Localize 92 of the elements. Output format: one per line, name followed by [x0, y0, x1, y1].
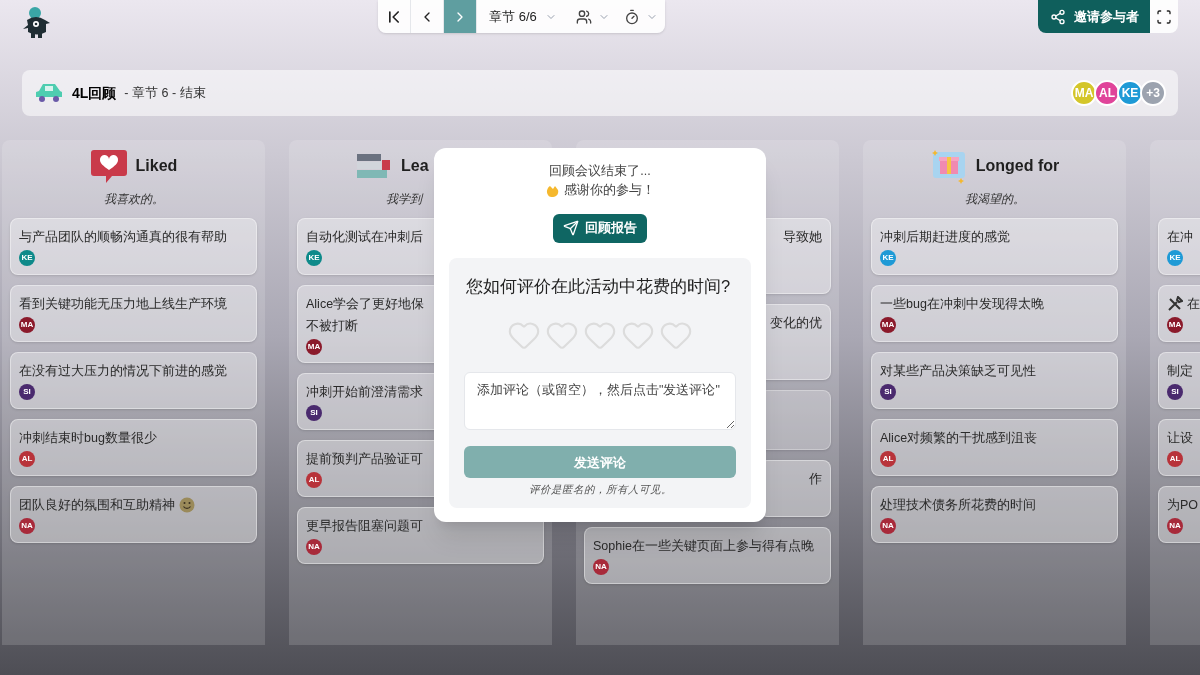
user-avatar: MA: [1071, 80, 1097, 106]
card-text: 看到关键功能无压力地上线生产环境: [19, 296, 227, 313]
anonymity-note: 评价是匿名的，所有人可见。: [528, 482, 672, 498]
user-avatar: NA: [19, 518, 35, 534]
feedback-card[interactable]: 在 MA: [1158, 285, 1200, 342]
card-text: 冲刺后期赶进度的感觉: [880, 229, 1010, 246]
card-text: 让设: [1167, 430, 1193, 447]
fullscreen-button[interactable]: [1150, 0, 1178, 33]
card-text: Alice对频繁的干扰感到沮丧: [880, 430, 1038, 447]
column-title: Lea: [401, 156, 429, 176]
comment-field[interactable]: 添加评论（或留空），然后点击"发送评论": [464, 372, 736, 431]
feedback-card[interactable]: 为PO NA: [1158, 486, 1200, 543]
send-icon: [563, 220, 579, 236]
card-text: 冲刺开始前澄清需求: [306, 384, 423, 401]
user-avatar: +3: [1140, 80, 1166, 106]
card-text: Alice学会了更好地保: [306, 296, 425, 313]
user-avatar: MA: [19, 317, 35, 333]
feedback-card[interactable]: 制定 SI: [1158, 352, 1200, 409]
user-avatar: SI: [19, 384, 35, 400]
card-text: 提前预判产品验证可: [306, 451, 423, 468]
timer-icon: [624, 8, 640, 25]
card-text: 不被打断: [306, 318, 359, 335]
retro-title: 4L回顾: [72, 83, 117, 103]
user-avatar: MA: [880, 317, 896, 333]
report-button[interactable]: 回顾报告: [553, 213, 647, 243]
feedback-card[interactable]: Sophie在一些关键页面上参与得有点晚 NA: [584, 527, 831, 584]
fullscreen-icon: [1156, 8, 1172, 25]
user-avatar: SI: [880, 384, 896, 400]
user-avatar: MA: [306, 339, 322, 355]
mascot-logo-drawing[interactable]: [22, 6, 52, 40]
card-text: 冲刺结束时bug数量很少: [19, 430, 157, 447]
column-title: Longed for: [975, 156, 1060, 176]
invite-button[interactable]: 邀请参与者: [1038, 0, 1150, 33]
feedback-card[interactable]: 冲刺后期赶进度的感觉 KE: [871, 218, 1118, 275]
card-text: 处理技术债务所花费的时间: [880, 497, 1036, 514]
card-text: 更早报告阻塞问题可: [306, 518, 423, 535]
card-text: 变化的优: [770, 315, 822, 332]
user-avatar: NA: [306, 539, 322, 555]
user-avatar: NA: [593, 559, 609, 575]
feedback-card[interactable]: 看到关键功能无压力地上线生产环境 MA: [10, 285, 257, 342]
feedback-card[interactable]: 团队良好的氛围和互助精神 NA: [10, 486, 257, 543]
card-text: 自动化测试在冲刺后: [306, 229, 423, 246]
user-avatar: SI: [306, 405, 322, 421]
feedback-card[interactable]: Alice对频繁的干扰感到沮丧 AL: [871, 419, 1118, 476]
user-avatar: AL: [880, 451, 896, 467]
user-avatar: KE: [1117, 80, 1143, 106]
feedback-card[interactable]: 与产品团队的顺畅沟通真的很有帮助 KE: [10, 218, 257, 275]
card-text: 在: [1187, 296, 1200, 313]
column-title: Liked: [135, 156, 178, 176]
dialog-message: 回顾会议结束了...: [549, 163, 651, 180]
car-icon: [34, 82, 64, 104]
share-icon: [1049, 8, 1066, 25]
user-avatar: KE: [880, 250, 896, 266]
smiley-icon: [179, 497, 195, 513]
user-avatar: NA: [1167, 518, 1183, 534]
rating-question: 您如何评价在此活动中花费的时间?: [465, 275, 731, 297]
card-text: 与产品团队的顺畅沟通真的很有帮助: [19, 229, 227, 246]
card-text: 对某些产品决策缺乏可见性: [880, 363, 1036, 380]
card-text: 在冲: [1167, 229, 1193, 246]
card-text: 作: [809, 471, 822, 488]
feedback-card[interactable]: 冲刺结束时bug数量很少 AL: [10, 419, 257, 476]
card-text: 导致她: [783, 229, 822, 246]
feedback-card[interactable]: 一些bug在冲刺中发现得太晚 MA: [871, 285, 1118, 342]
feedback-card[interactable]: 对某些产品决策缺乏可见性 SI: [871, 352, 1118, 409]
user-avatar: NA: [880, 518, 896, 534]
user-avatar: AL: [19, 451, 35, 467]
feedback-card[interactable]: 让设 AL: [1158, 419, 1200, 476]
user-avatar: KE: [306, 250, 322, 266]
column-subtitle: 我喜欢的。: [103, 191, 164, 208]
feedback-card[interactable]: 在没有过大压力的情况下前进的感觉 SI: [10, 352, 257, 409]
retro-subtitle: - 章节 6 - 结束: [124, 84, 206, 102]
user-avatar: MA: [1167, 317, 1183, 333]
user-avatar: AL: [1094, 80, 1120, 106]
card-text: Sophie在一些关键页面上参与得有点晚: [593, 538, 814, 555]
tools-icon: [1167, 296, 1183, 312]
user-avatar: AL: [1167, 451, 1183, 467]
user-avatar: KE: [1167, 250, 1183, 266]
card-text: 团队良好的氛围和互助精神: [19, 497, 175, 514]
user-avatar: AL: [306, 472, 322, 488]
card-text: 为PO: [1167, 497, 1199, 514]
column-subtitle: 我学到: [386, 191, 422, 208]
column-subtitle: 我渴望的。: [964, 191, 1025, 208]
card-text: 制定: [1167, 363, 1193, 380]
heart-speech-bubble-icon: [89, 148, 128, 184]
dialog-message: 感谢你的参与！: [564, 181, 655, 199]
user-avatar: KE: [19, 250, 35, 266]
user-avatar: SI: [1167, 384, 1183, 400]
users-icon: [576, 8, 592, 25]
feedback-card[interactable]: 处理技术债务所花费的时间 NA: [871, 486, 1118, 543]
feedback-card[interactable]: 在冲 KE: [1158, 218, 1200, 275]
card-text: 在没有过大压力的情况下前进的感觉: [19, 363, 227, 380]
card-text: 一些bug在冲刺中发现得太晚: [880, 296, 1044, 313]
